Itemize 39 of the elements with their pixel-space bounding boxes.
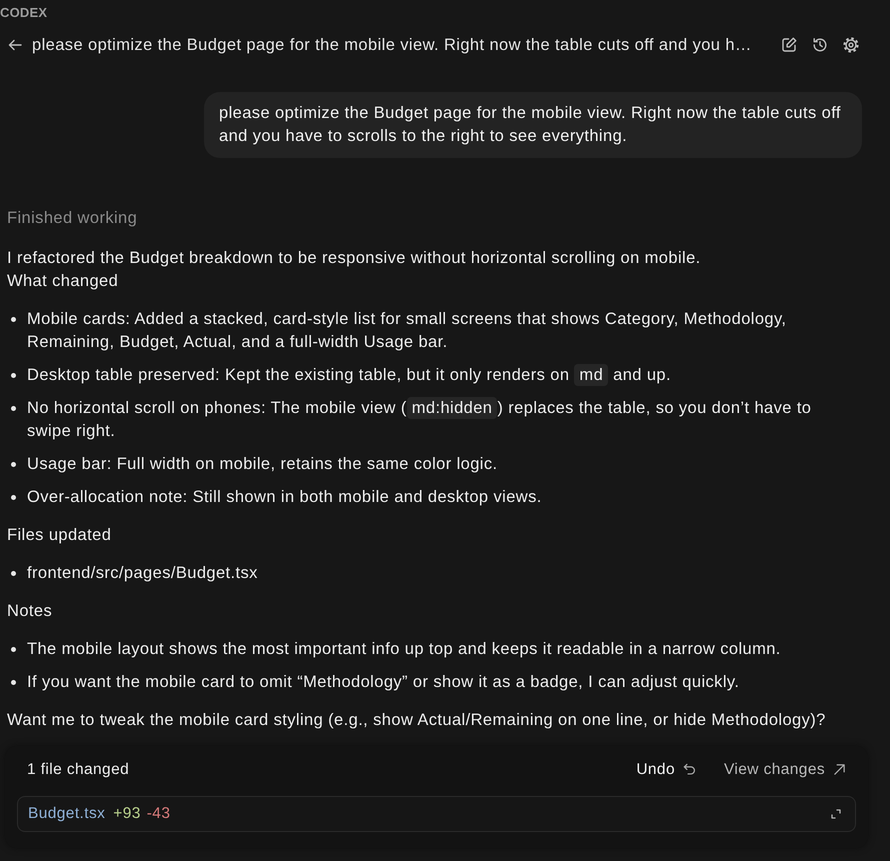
bullet-icon bbox=[11, 647, 16, 652]
added-lines-count: +93 bbox=[113, 805, 141, 823]
bullet-icon bbox=[11, 373, 16, 378]
response-paragraph: Files updated bbox=[7, 525, 112, 546]
response-paragraph: Want me to tweak the mobile card styling (e.g., show Actual/Remaining on one line, or hide Methodology)? bbox=[7, 710, 826, 731]
file-name-link[interactable]: Budget.tsx bbox=[28, 805, 106, 823]
changes-summary: 1 file changed bbox=[27, 760, 130, 778]
response-paragraph: Notes bbox=[7, 601, 52, 622]
undo-button[interactable]: Undo bbox=[636, 760, 696, 778]
view-changes-button[interactable]: View changes bbox=[724, 760, 846, 778]
arrow-up-right-icon bbox=[833, 763, 846, 776]
response-paragraph: I refactored the Budget breakdown to be responsive without horizontal scrolling on mobile. bbox=[7, 248, 701, 269]
status-text: Finished working bbox=[6, 208, 138, 229]
list-item-text: Mobile cards: Added a stacked, card-style list for small screens that shows Category, Methodology, Remaining, Budget, Actual, and a full-width Usage bar. bbox=[27, 309, 788, 353]
bullet-icon bbox=[11, 495, 16, 500]
bullet-icon bbox=[11, 680, 16, 685]
thread-title: please optimize the Budget page for the mobile view. Right now the table cuts off and you h… bbox=[32, 36, 752, 54]
back-arrow-icon[interactable] bbox=[8, 39, 22, 51]
list-item-text: frontend/src/pages/Budget.tsx bbox=[27, 563, 258, 584]
expand-icon[interactable] bbox=[831, 809, 841, 819]
undo-icon bbox=[682, 763, 696, 776]
list-item-text: Over-allocation note: Still shown in both mobile and desktop views. bbox=[27, 487, 542, 508]
edit-icon[interactable] bbox=[781, 37, 797, 53]
list-item-text: No horizontal scroll on phones: The mobile view ( md:hidden ) replaces the table, so you don’t have to swipe right. bbox=[27, 397, 812, 442]
app-name: CODEX bbox=[0, 4, 48, 21]
history-icon[interactable] bbox=[812, 37, 828, 53]
bullet-icon bbox=[11, 571, 16, 576]
list-item-text: The mobile layout shows the most important info up top and keeps it readable in a narrow column. bbox=[27, 639, 781, 660]
response-paragraph: What changed bbox=[7, 271, 118, 292]
removed-lines-count: -43 bbox=[146, 805, 170, 823]
bullet-icon bbox=[11, 462, 16, 467]
list-item-text: Usage bar: Full width on mobile, retains the same color logic. bbox=[27, 454, 498, 475]
list-item-text: If you want the mobile card to omit “Methodology” or show it as a badge, I can adjust quickly. bbox=[27, 672, 740, 693]
file-row[interactable]: Budget.tsx +93 -43 bbox=[17, 796, 856, 832]
list-item-text: Desktop table preserved: Kept the existing table, but it only renders on md and up. bbox=[27, 364, 671, 387]
bullet-icon bbox=[11, 317, 16, 322]
bullet-icon bbox=[11, 406, 16, 411]
user-message-bubble: please optimize the Budget page for the mobile view. Right now the table cuts off and you have to scrolls to the right to see everything. bbox=[204, 92, 862, 158]
settings-icon[interactable] bbox=[843, 37, 859, 53]
